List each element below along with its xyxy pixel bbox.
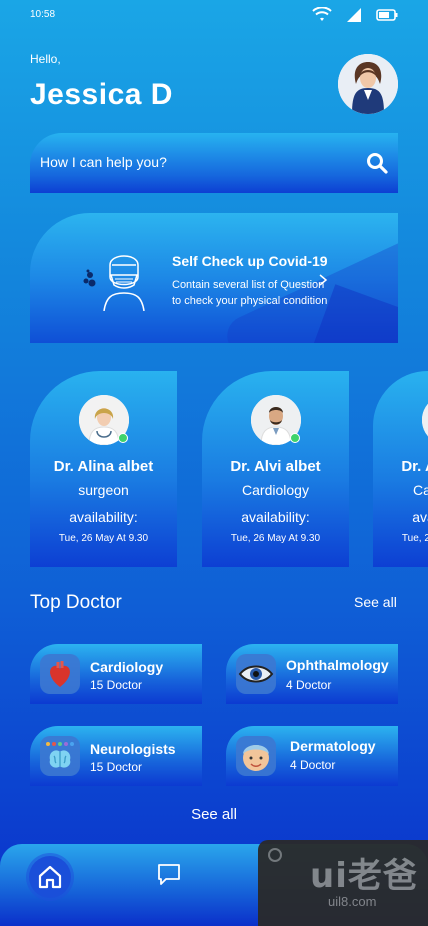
avatar-image [338, 54, 398, 114]
face-icon [236, 736, 276, 776]
status-icons [312, 7, 398, 23]
doctor-photo [422, 395, 428, 445]
category-card-neurologists[interactable]: Neurologists 15 Doctor [30, 726, 202, 786]
greeting-hello: Hello, [30, 52, 61, 66]
doctor-card[interactable]: Dr. Alina albet surgeon availability: Tu… [30, 371, 177, 567]
online-status-dot [118, 433, 128, 443]
heart-icon [40, 654, 80, 694]
doctor-specialty: surgeon [78, 482, 129, 498]
category-label: Cardiology [90, 659, 164, 675]
doctor-specialty: Cardiology [413, 482, 428, 498]
covid-desc-line2: to check your physical condition [172, 295, 328, 307]
online-status-dot [290, 433, 300, 443]
search-bar[interactable]: How I can help you? [30, 133, 398, 193]
covid-card-title: Self Check up Covid-19 [172, 253, 328, 269]
category-label: Dermatology [290, 738, 376, 754]
category-card-ophthalmology[interactable]: Ophthalmology 4 Doctor [226, 644, 398, 704]
status-bar: 10:58 [0, 0, 428, 32]
covid-card-description: Contain several list of Question to chec… [172, 277, 362, 309]
search-icon[interactable] [366, 152, 388, 174]
category-count: 15 Doctor [90, 760, 143, 774]
doctor-availability-label: availability: [241, 509, 310, 525]
nav-home-button[interactable] [29, 856, 71, 898]
doctor-availability-date: Tue, 26 May At 9.30 [230, 533, 321, 544]
battery-icon [376, 9, 398, 21]
category-card-dermatology[interactable]: Dermatology 4 Doctor [226, 726, 398, 786]
doctor-name: Dr. Alina albet [53, 458, 154, 475]
watermark-domain: uil8.com [328, 894, 377, 909]
top-doctor-title: Top Doctor [30, 592, 122, 613]
watermark-circle [268, 848, 282, 862]
status-time: 10:58 [30, 9, 56, 20]
watermark-logo: ui老爸 [310, 856, 418, 896]
home-icon [38, 865, 62, 889]
doctor-availability-label: availability: [412, 509, 428, 525]
category-label: Ophthalmology [286, 657, 389, 673]
category-count: 15 Doctor [90, 678, 143, 692]
avatar[interactable] [338, 54, 398, 114]
see-all-bottom-link[interactable]: See all [0, 806, 428, 823]
category-count: 4 Doctor [286, 678, 332, 692]
category-count: 4 Doctor [290, 758, 336, 772]
brain-icon [40, 736, 80, 776]
chat-icon[interactable] [156, 862, 182, 886]
see-all-link[interactable]: See all [354, 594, 397, 610]
covid-desc-line1: Contain several list of Question [172, 279, 325, 291]
category-card-cardiology[interactable]: Cardiology 15 Doctor [30, 644, 202, 704]
doctor-card[interactable]: Dr. Alvi albet Cardiology availability: … [202, 371, 349, 567]
user-name: Jessica D [30, 78, 173, 111]
doctor-name: Dr. Alvi albet [230, 458, 321, 475]
chevron-right-icon[interactable] [318, 273, 328, 287]
signal-icon [347, 8, 361, 22]
doctor-availability-date: Tue, 26 May At 9.30 [401, 533, 428, 544]
covid-checkup-card[interactable]: Self Check up Covid-19 Contain several l… [30, 213, 398, 343]
search-input[interactable]: How I can help you? [40, 154, 167, 170]
doctor-specialty: Cardiology [242, 482, 309, 498]
doctor-availability-date: Tue, 26 May At 9.30 [58, 533, 149, 544]
doctor-card[interactable]: Dr. Alvi albet Cardiology availability: … [373, 371, 428, 567]
doctor-name: Dr. Alvi albet [401, 458, 428, 475]
eye-icon [236, 654, 276, 694]
wifi-icon [312, 7, 332, 21]
category-label: Neurologists [90, 741, 176, 757]
watermark: ui老爸 uil8.com [258, 840, 428, 926]
doctor-availability-label: availability: [69, 509, 138, 525]
masked-person-icon [83, 255, 145, 311]
